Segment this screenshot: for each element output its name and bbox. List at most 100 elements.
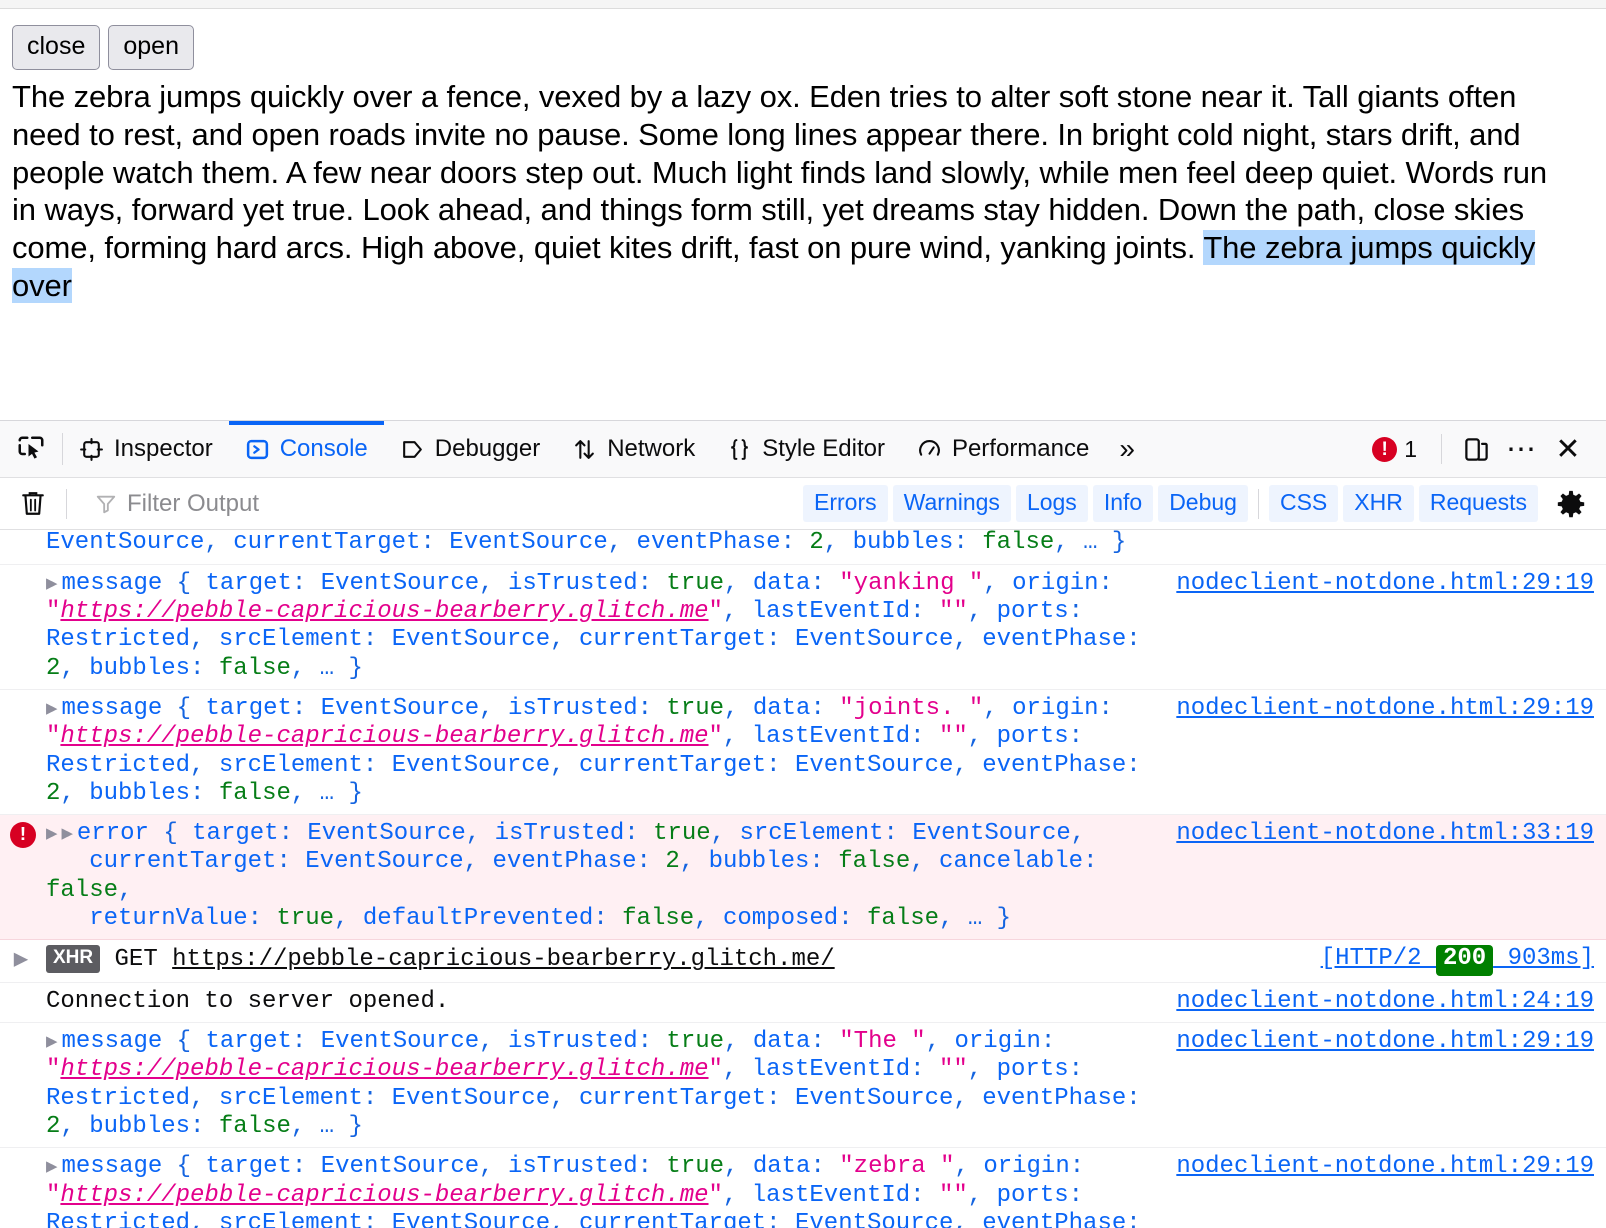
tab-console-label: Console bbox=[279, 435, 368, 462]
http-version-label: [HTTP/2 bbox=[1320, 945, 1436, 973]
filter-icon bbox=[96, 495, 116, 513]
expand-arrow-icon[interactable]: ▶ bbox=[46, 1156, 57, 1178]
message-data-value: The bbox=[853, 1028, 912, 1055]
search-input[interactable]: Filter Output bbox=[127, 490, 259, 518]
expand-arrow-icon[interactable]: ▶ bbox=[14, 947, 28, 975]
gear-icon bbox=[1557, 490, 1585, 517]
page-button-row: close open bbox=[12, 25, 1594, 70]
tab-overflow-button[interactable]: » bbox=[1105, 421, 1149, 477]
style-editor-icon bbox=[731, 438, 749, 460]
console-row-log[interactable]: Connection to server opened. nodeclient-… bbox=[0, 983, 1606, 1023]
devtools-tab-list: Inspector Console Debugger Network Style… bbox=[63, 421, 1149, 477]
element-picker-button[interactable] bbox=[0, 421, 62, 477]
console-row-error[interactable]: ! ▶ ▶ error { target: EventSource, isTrust… bbox=[0, 815, 1606, 941]
row-gutter bbox=[0, 570, 46, 683]
responsive-design-mode-button[interactable] bbox=[1454, 427, 1498, 471]
tab-style-editor-label: Style Editor bbox=[762, 435, 885, 462]
console-log-text: Connection to server opened. bbox=[46, 987, 450, 1015]
tab-inspector[interactable]: Inspector bbox=[63, 421, 229, 477]
tab-performance-label: Performance bbox=[951, 435, 1090, 462]
page-content: close open The zebra jumps quickly over … bbox=[0, 9, 1606, 418]
element-picker-icon bbox=[18, 436, 44, 459]
filter-xhr[interactable]: XHR bbox=[1343, 485, 1414, 522]
row-gutter: ▶ bbox=[0, 945, 46, 975]
expand-arrow-icon[interactable]: ▶ bbox=[46, 1031, 57, 1053]
row-gutter bbox=[0, 988, 46, 1016]
level-filter-group: Errors Warnings Logs Info Debug bbox=[803, 485, 1248, 522]
page-paragraph: The zebra jumps quickly over a fence, ve… bbox=[12, 78, 1594, 305]
inspector-icon bbox=[80, 437, 103, 461]
clear-console-button[interactable] bbox=[10, 489, 56, 519]
console-source-link[interactable]: nodeclient-notdone.html:33:19 bbox=[1176, 820, 1606, 848]
console-message-text: ▶ message { target: EventSource, isTruste… bbox=[46, 1028, 1141, 1140]
type-filter-group: CSS XHR Requests bbox=[1268, 485, 1538, 522]
filter-errors[interactable]: Errors bbox=[803, 485, 888, 522]
network-status-info[interactable]: [HTTP/2 200 903ms] bbox=[1320, 945, 1606, 976]
console-icon bbox=[246, 439, 268, 459]
console-row-message[interactable]: ▶ message { target: EventSource, isTruste… bbox=[0, 565, 1606, 690]
error-count-label: 1 bbox=[1404, 435, 1417, 462]
filter-warnings[interactable]: Warnings bbox=[892, 485, 1011, 522]
filter-css[interactable]: CSS bbox=[1268, 485, 1339, 522]
toolbar-divider bbox=[1441, 434, 1442, 464]
request-url-link[interactable]: https://pebble-capricious-bearberry.glit… bbox=[172, 946, 835, 973]
filter-requests[interactable]: Requests bbox=[1418, 485, 1538, 522]
devtools-meatball-menu-button[interactable]: ⋯ bbox=[1500, 427, 1544, 471]
console-row-message[interactable]: ▶ message { target: EventSource, isTruste… bbox=[0, 1148, 1606, 1228]
open-button[interactable]: open bbox=[108, 25, 194, 70]
row-gutter bbox=[0, 695, 46, 808]
close-devtools-button[interactable]: ✕ bbox=[1546, 427, 1590, 471]
filter-debug[interactable]: Debug bbox=[1158, 485, 1248, 522]
tab-debugger[interactable]: Debugger bbox=[384, 421, 556, 477]
console-filter-bar: Filter Output Errors Warnings Logs Info … bbox=[0, 478, 1606, 530]
console-source-link[interactable]: nodeclient-notdone.html:29:19 bbox=[1176, 695, 1606, 723]
filter-group-divider bbox=[1257, 488, 1259, 519]
network-request-text: XHR GET https://pebble-capricious-bearbe… bbox=[46, 945, 1321, 975]
console-source-link[interactable]: nodeclient-notdone.html:29:19 bbox=[1176, 570, 1606, 598]
console-message-text: ▶ message { target: EventSource, isTruste… bbox=[46, 694, 1141, 807]
error-icon: ! bbox=[1372, 436, 1398, 462]
request-method: GET bbox=[114, 946, 158, 974]
filter-logs[interactable]: Logs bbox=[1015, 485, 1088, 522]
console-row-message[interactable]: ▶ message { target: EventSource, isTruste… bbox=[0, 690, 1606, 816]
console-error-text: ▶ ▶ error { target: EventSource, isTrusted… bbox=[46, 820, 1098, 933]
error-count-badge[interactable]: ! 1 bbox=[1360, 436, 1429, 463]
debugger-icon bbox=[402, 440, 422, 458]
status-code-badge: 200 bbox=[1435, 945, 1494, 976]
message-data-value: yanking bbox=[853, 569, 969, 597]
search-input-container[interactable]: Filter Output bbox=[77, 490, 803, 518]
row-gutter bbox=[0, 1153, 46, 1228]
console-source-link[interactable]: nodeclient-notdone.html:24:19 bbox=[1176, 988, 1606, 1016]
console-output[interactable]: ble-capricious-bearberry.glitch.me", las… bbox=[0, 530, 1606, 1228]
browser-chrome-strip bbox=[0, 0, 1606, 9]
expand-arrow-icon[interactable]: ▶ bbox=[46, 823, 57, 845]
xhr-badge: XHR bbox=[46, 945, 101, 973]
console-message-partial-text: ble-capricious-bearberry.glitch.me", las… bbox=[46, 530, 1127, 557]
message-data-value: zebra bbox=[853, 1153, 941, 1181]
console-row-network-request[interactable]: ▶ XHR GET https://pebble-capricious-bear… bbox=[0, 940, 1606, 983]
tab-network[interactable]: Network bbox=[556, 421, 711, 477]
tab-debugger-label: Debugger bbox=[434, 435, 541, 462]
tab-performance[interactable]: Performance bbox=[901, 421, 1105, 477]
console-row-message-partial[interactable]: ble-capricious-bearberry.glitch.me", las… bbox=[0, 530, 1606, 565]
expand-arrow-icon-inner[interactable]: ▶ bbox=[61, 823, 72, 845]
console-source-link[interactable]: nodeclient-notdone.html:29:19 bbox=[1176, 1028, 1606, 1056]
console-source-link[interactable]: nodeclient-notdone.html:29:19 bbox=[1176, 1153, 1606, 1181]
error-icon: ! bbox=[10, 822, 36, 849]
close-button[interactable]: close bbox=[12, 25, 101, 70]
console-message-text: ▶ message { target: EventSource, isTruste… bbox=[46, 1153, 1141, 1228]
network-icon bbox=[575, 439, 595, 459]
tab-inspector-label: Inspector bbox=[114, 435, 213, 462]
console-row-message[interactable]: ▶ message { target: EventSource, isTruste… bbox=[0, 1023, 1606, 1149]
console-settings-button[interactable] bbox=[1548, 489, 1594, 519]
filter-info[interactable]: Info bbox=[1092, 485, 1154, 522]
devtools-tabbar: Inspector Console Debugger Network Style… bbox=[0, 421, 1606, 478]
console-message-text: ▶ message { target: EventSource, isTruste… bbox=[46, 569, 1141, 682]
row-gutter: ! bbox=[0, 820, 46, 933]
filterbar-divider bbox=[66, 488, 67, 519]
request-duration-label: 903ms] bbox=[1493, 945, 1594, 973]
tab-console[interactable]: Console bbox=[228, 421, 384, 477]
tab-style-editor[interactable]: Style Editor bbox=[711, 421, 901, 477]
expand-arrow-icon[interactable]: ▶ bbox=[46, 573, 57, 595]
expand-arrow-icon[interactable]: ▶ bbox=[46, 698, 57, 720]
